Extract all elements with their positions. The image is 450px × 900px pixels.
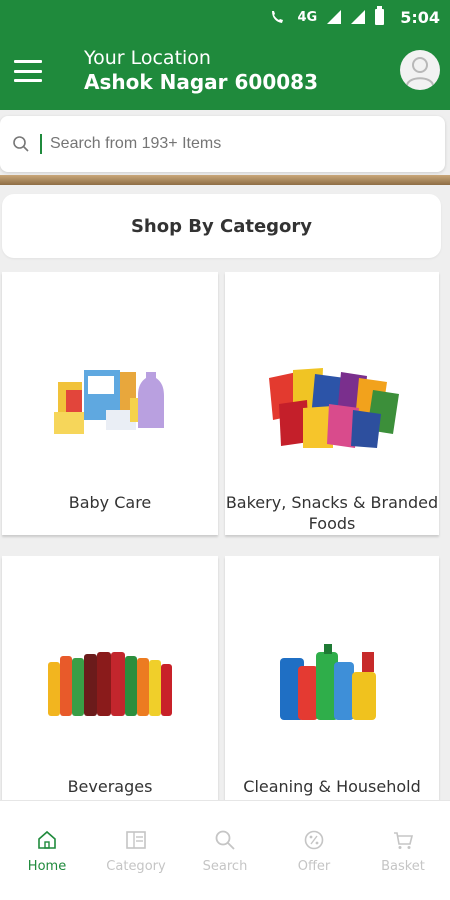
category-icon [126,831,146,849]
category-card-cleaning-household[interactable]: Cleaning & Household [225,556,439,806]
search-icon [13,136,29,152]
category-label: Cleaning & Household [243,777,421,796]
category-label: Beverages [67,777,153,796]
user-avatar-icon[interactable] [400,50,440,90]
signal-icon-2 [351,10,366,24]
network-label: 4G [297,9,318,25]
search-input[interactable] [50,135,445,153]
nav-label: Offer [297,859,331,874]
home-icon [38,830,56,849]
status-bar: 4G 5:04 [0,0,450,34]
clock: 5:04 [400,7,440,27]
soft-drink-bottles-image [48,652,172,716]
signal-icon [327,10,342,24]
battery-icon [375,6,385,25]
nav-offer[interactable]: Offer [279,801,349,900]
category-card-beverages[interactable]: Beverages [2,556,218,806]
search-bar[interactable] [0,116,445,172]
cleaning-bottles-image [280,644,376,720]
app-bar: Your Location Ashok Nagar 600083 [0,34,450,110]
basket-icon [394,832,414,849]
category-card-baby-care[interactable]: Baby Care [2,272,218,535]
category-card-bakery-snacks[interactable]: Bakery, Snacks & Branded Foods [225,272,439,535]
nav-search[interactable]: Search [190,801,260,900]
shop-by-category-header: Shop By Category [2,194,441,258]
offer-icon [304,830,324,850]
category-label: Baby Care [68,493,152,512]
nav-label: Search [202,859,248,874]
nav-label: Home [27,859,67,874]
category-label: Bakery, Snacks & Branded Foods [225,493,439,533]
section-title: Shop By Category [130,215,313,237]
nav-basket[interactable]: Basket [368,801,438,900]
baby-care-products-image [54,370,164,434]
location-selector[interactable]: Your Location Ashok Nagar 600083 [84,46,318,94]
text-caret [40,134,42,154]
hamburger-menu-icon[interactable] [14,60,42,82]
search-icon [215,830,235,850]
bottom-navigation: Home Category Search Offer Basket [0,800,450,900]
location-value: Ashok Nagar 600083 [84,70,318,94]
banner-strip [0,175,450,185]
nav-home[interactable]: Home [12,801,82,900]
location-title: Your Location [84,47,211,69]
wifi-call-icon [272,11,284,23]
nav-label: Category [106,859,166,874]
snack-packets-image [269,368,399,448]
nav-category[interactable]: Category [101,801,171,900]
nav-label: Basket [381,859,425,874]
